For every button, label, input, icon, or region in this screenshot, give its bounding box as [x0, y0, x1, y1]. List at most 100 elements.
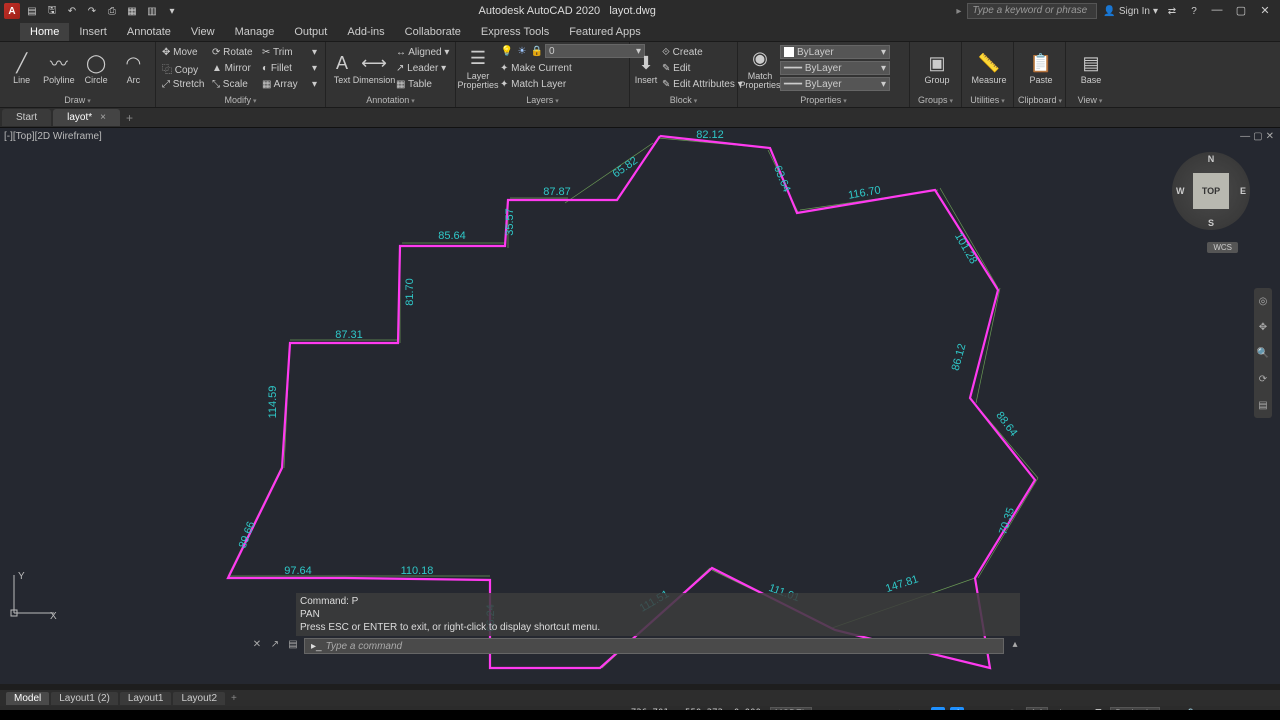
quick-access-toolbar: A ▤ 🖫 ↶ ↷ ⎙ ▦ ▥ ▾	[0, 3, 184, 19]
match-properties-button[interactable]: ◉ Match Properties	[742, 44, 778, 92]
showmotion-icon[interactable]: ▤	[1258, 400, 1267, 411]
dimension-text: 97.64	[284, 565, 312, 577]
modify-move-button[interactable]: ✥ Move	[162, 47, 206, 58]
layout-tab-layout12[interactable]: Layout1 (2)	[51, 692, 118, 705]
layout-tab-layout2[interactable]: Layout2	[173, 692, 225, 705]
create-block-button[interactable]: ⟐ Create	[660, 45, 745, 60]
linetype-selector[interactable]: ━━━ ByLayer▾	[780, 77, 890, 91]
window-minimize-button[interactable]: —	[1208, 4, 1226, 18]
tab-manage[interactable]: Manage	[225, 23, 285, 41]
zoom-icon[interactable]: 🔍	[1257, 348, 1269, 359]
orbit-icon[interactable]: ⟳	[1259, 374, 1267, 385]
dimension-lines	[228, 138, 1038, 668]
qat-saveas-icon[interactable]: ▥	[144, 3, 160, 19]
view-cube-w[interactable]: W	[1176, 186, 1185, 196]
qat-new-icon[interactable]: ▤	[24, 3, 40, 19]
polyline-button[interactable]: 〰Polyline	[41, 44, 76, 92]
add-file-tab-button[interactable]: +	[126, 111, 133, 125]
group-button[interactable]: ▣ Group	[914, 44, 960, 92]
modify-array-button[interactable]: ▦ Array	[262, 79, 306, 90]
ribbon-panel-layers: ☰ Layer Properties 💡 ☀ 🔒 ByLayer0▾ ✦ Mak…	[456, 42, 630, 107]
modify-fillet-button[interactable]: ◐ Fillet	[262, 63, 306, 74]
close-tab-icon[interactable]: ×	[100, 112, 106, 123]
measure-button[interactable]: 📏 Measure	[966, 44, 1012, 92]
qat-undo-icon[interactable]: ↶	[64, 3, 80, 19]
exchange-icon[interactable]: ⇄	[1164, 3, 1180, 19]
search-input[interactable]: Type a keyword or phrase	[967, 3, 1097, 19]
qat-save-icon[interactable]: 🖫	[44, 3, 60, 19]
tab-view[interactable]: View	[181, 23, 225, 41]
modify-trim-button[interactable]: ✂ Trim	[262, 47, 306, 58]
ucs-icon: Y X	[6, 567, 60, 624]
sun-icon[interactable]: ☀	[515, 44, 529, 58]
full-nav-wheel-icon[interactable]: ◎	[1259, 296, 1268, 307]
tab-collaborate[interactable]: Collaborate	[395, 23, 471, 41]
tab-express-tools[interactable]: Express Tools	[471, 23, 559, 41]
command-expand-icon[interactable]: ▴	[1008, 639, 1022, 653]
modify-mirror-button[interactable]: ▲ Mirror	[212, 63, 256, 74]
navigation-bar[interactable]: ◎ ✥ 🔍 ⟳ ▤	[1254, 288, 1272, 418]
circle-button[interactable]: ◯Circle	[79, 44, 114, 92]
modify-rotate-button[interactable]: ⟳ Rotate	[212, 47, 256, 58]
insert-button[interactable]: ⬇ Insert	[634, 44, 658, 92]
qat-print-icon[interactable]: ⎙	[104, 3, 120, 19]
paste-button[interactable]: 📋 Paste	[1018, 44, 1064, 92]
command-input[interactable]: ▸_ Type a command	[304, 638, 1004, 654]
tab-add-ins[interactable]: Add-ins	[337, 23, 394, 41]
text-button[interactable]: A Text	[330, 44, 354, 92]
tab-annotate[interactable]: Annotate	[117, 23, 181, 41]
qat-dropdown-icon[interactable]: ▾	[164, 3, 180, 19]
file-tab-layot[interactable]: layot*×	[53, 109, 120, 126]
view-cube-n[interactable]: N	[1208, 154, 1215, 164]
paste-icon: 📋	[1029, 51, 1053, 75]
layout-tab-layout1[interactable]: Layout1	[120, 692, 172, 705]
table-button[interactable]: ▦ Table	[394, 77, 451, 92]
window-maximize-button[interactable]: ▢	[1232, 4, 1250, 18]
wcs-badge[interactable]: WCS	[1207, 242, 1238, 253]
lineweight-selector[interactable]: ━━━ ByLayer▾	[780, 61, 890, 75]
edit-block-button[interactable]: ✎ Edit	[660, 61, 745, 76]
add-layout-tab-button[interactable]: +	[231, 693, 237, 704]
help-icon[interactable]: ?	[1186, 3, 1202, 19]
arc-button[interactable]: ◠Arc	[116, 44, 151, 92]
edit-attributes-button[interactable]: ✎ Edit Attributes ▾	[660, 77, 745, 92]
command-customize-icon[interactable]: ↗	[268, 639, 282, 653]
modify-stretch-button[interactable]: ⤢ Stretch	[162, 79, 206, 90]
dimension-text: 70.35	[997, 506, 1017, 536]
leader-button[interactable]: ↗ Leader ▾	[394, 61, 451, 76]
view-cube-s[interactable]: S	[1208, 218, 1214, 228]
dimension-button[interactable]: ⟷ Dimension	[356, 44, 392, 92]
drawing-canvas[interactable]: [-][Top][2D Wireframe] — ▢ ✕ 82.1265.828…	[0, 128, 1280, 684]
tab-featured-apps[interactable]: Featured Apps	[559, 23, 651, 41]
base-view-button[interactable]: ▤ Base	[1070, 44, 1112, 92]
window-close-button[interactable]: ✕	[1256, 4, 1274, 18]
view-cube-top[interactable]: TOP	[1193, 173, 1229, 209]
search-icon: ▸	[956, 6, 961, 17]
color-selector[interactable]: ByLayer▾	[780, 45, 890, 59]
layout-tab-model[interactable]: Model	[6, 692, 49, 705]
sign-in-button[interactable]: 👤 Sign In ▾	[1103, 6, 1158, 17]
view-cube-e[interactable]: E	[1240, 186, 1246, 196]
modify-scale-button[interactable]: ⤡ Scale	[212, 79, 256, 90]
tab-home[interactable]: Home	[20, 23, 69, 41]
layer-properties-button[interactable]: ☰ Layer Properties	[460, 44, 496, 92]
aligned-button[interactable]: ↔ Aligned ▾	[394, 45, 451, 60]
qat-open-icon[interactable]: ▦	[124, 3, 140, 19]
file-tab-start[interactable]: Start	[2, 109, 51, 126]
qat-redo-icon[interactable]: ↷	[84, 3, 100, 19]
make-current-button[interactable]: ✦ Make Current	[498, 61, 647, 76]
line-button[interactable]: ╱Line	[4, 44, 39, 92]
lock-icon[interactable]: 🔒	[530, 44, 544, 58]
lightbulb-icon[interactable]: 💡	[500, 44, 514, 58]
view-cube[interactable]: TOP N S E W	[1172, 152, 1250, 230]
pan-icon[interactable]: ✥	[1259, 322, 1267, 333]
modify-copy-button[interactable]: ⿻ Copy	[162, 61, 206, 76]
panel-label-properties: Properties	[742, 94, 905, 107]
tab-output[interactable]: Output	[284, 23, 337, 41]
command-recent-icon[interactable]: ▤	[286, 639, 300, 653]
app-logo-icon[interactable]: A	[4, 3, 20, 19]
match-layer-button[interactable]: ✦ Match Layer	[498, 77, 647, 92]
command-close-icon[interactable]: ✕	[250, 639, 264, 653]
tab-insert[interactable]: Insert	[69, 23, 117, 41]
ribbon-panel-properties: ◉ Match Properties ByLayer▾ ━━━ ByLayer▾…	[738, 42, 910, 107]
